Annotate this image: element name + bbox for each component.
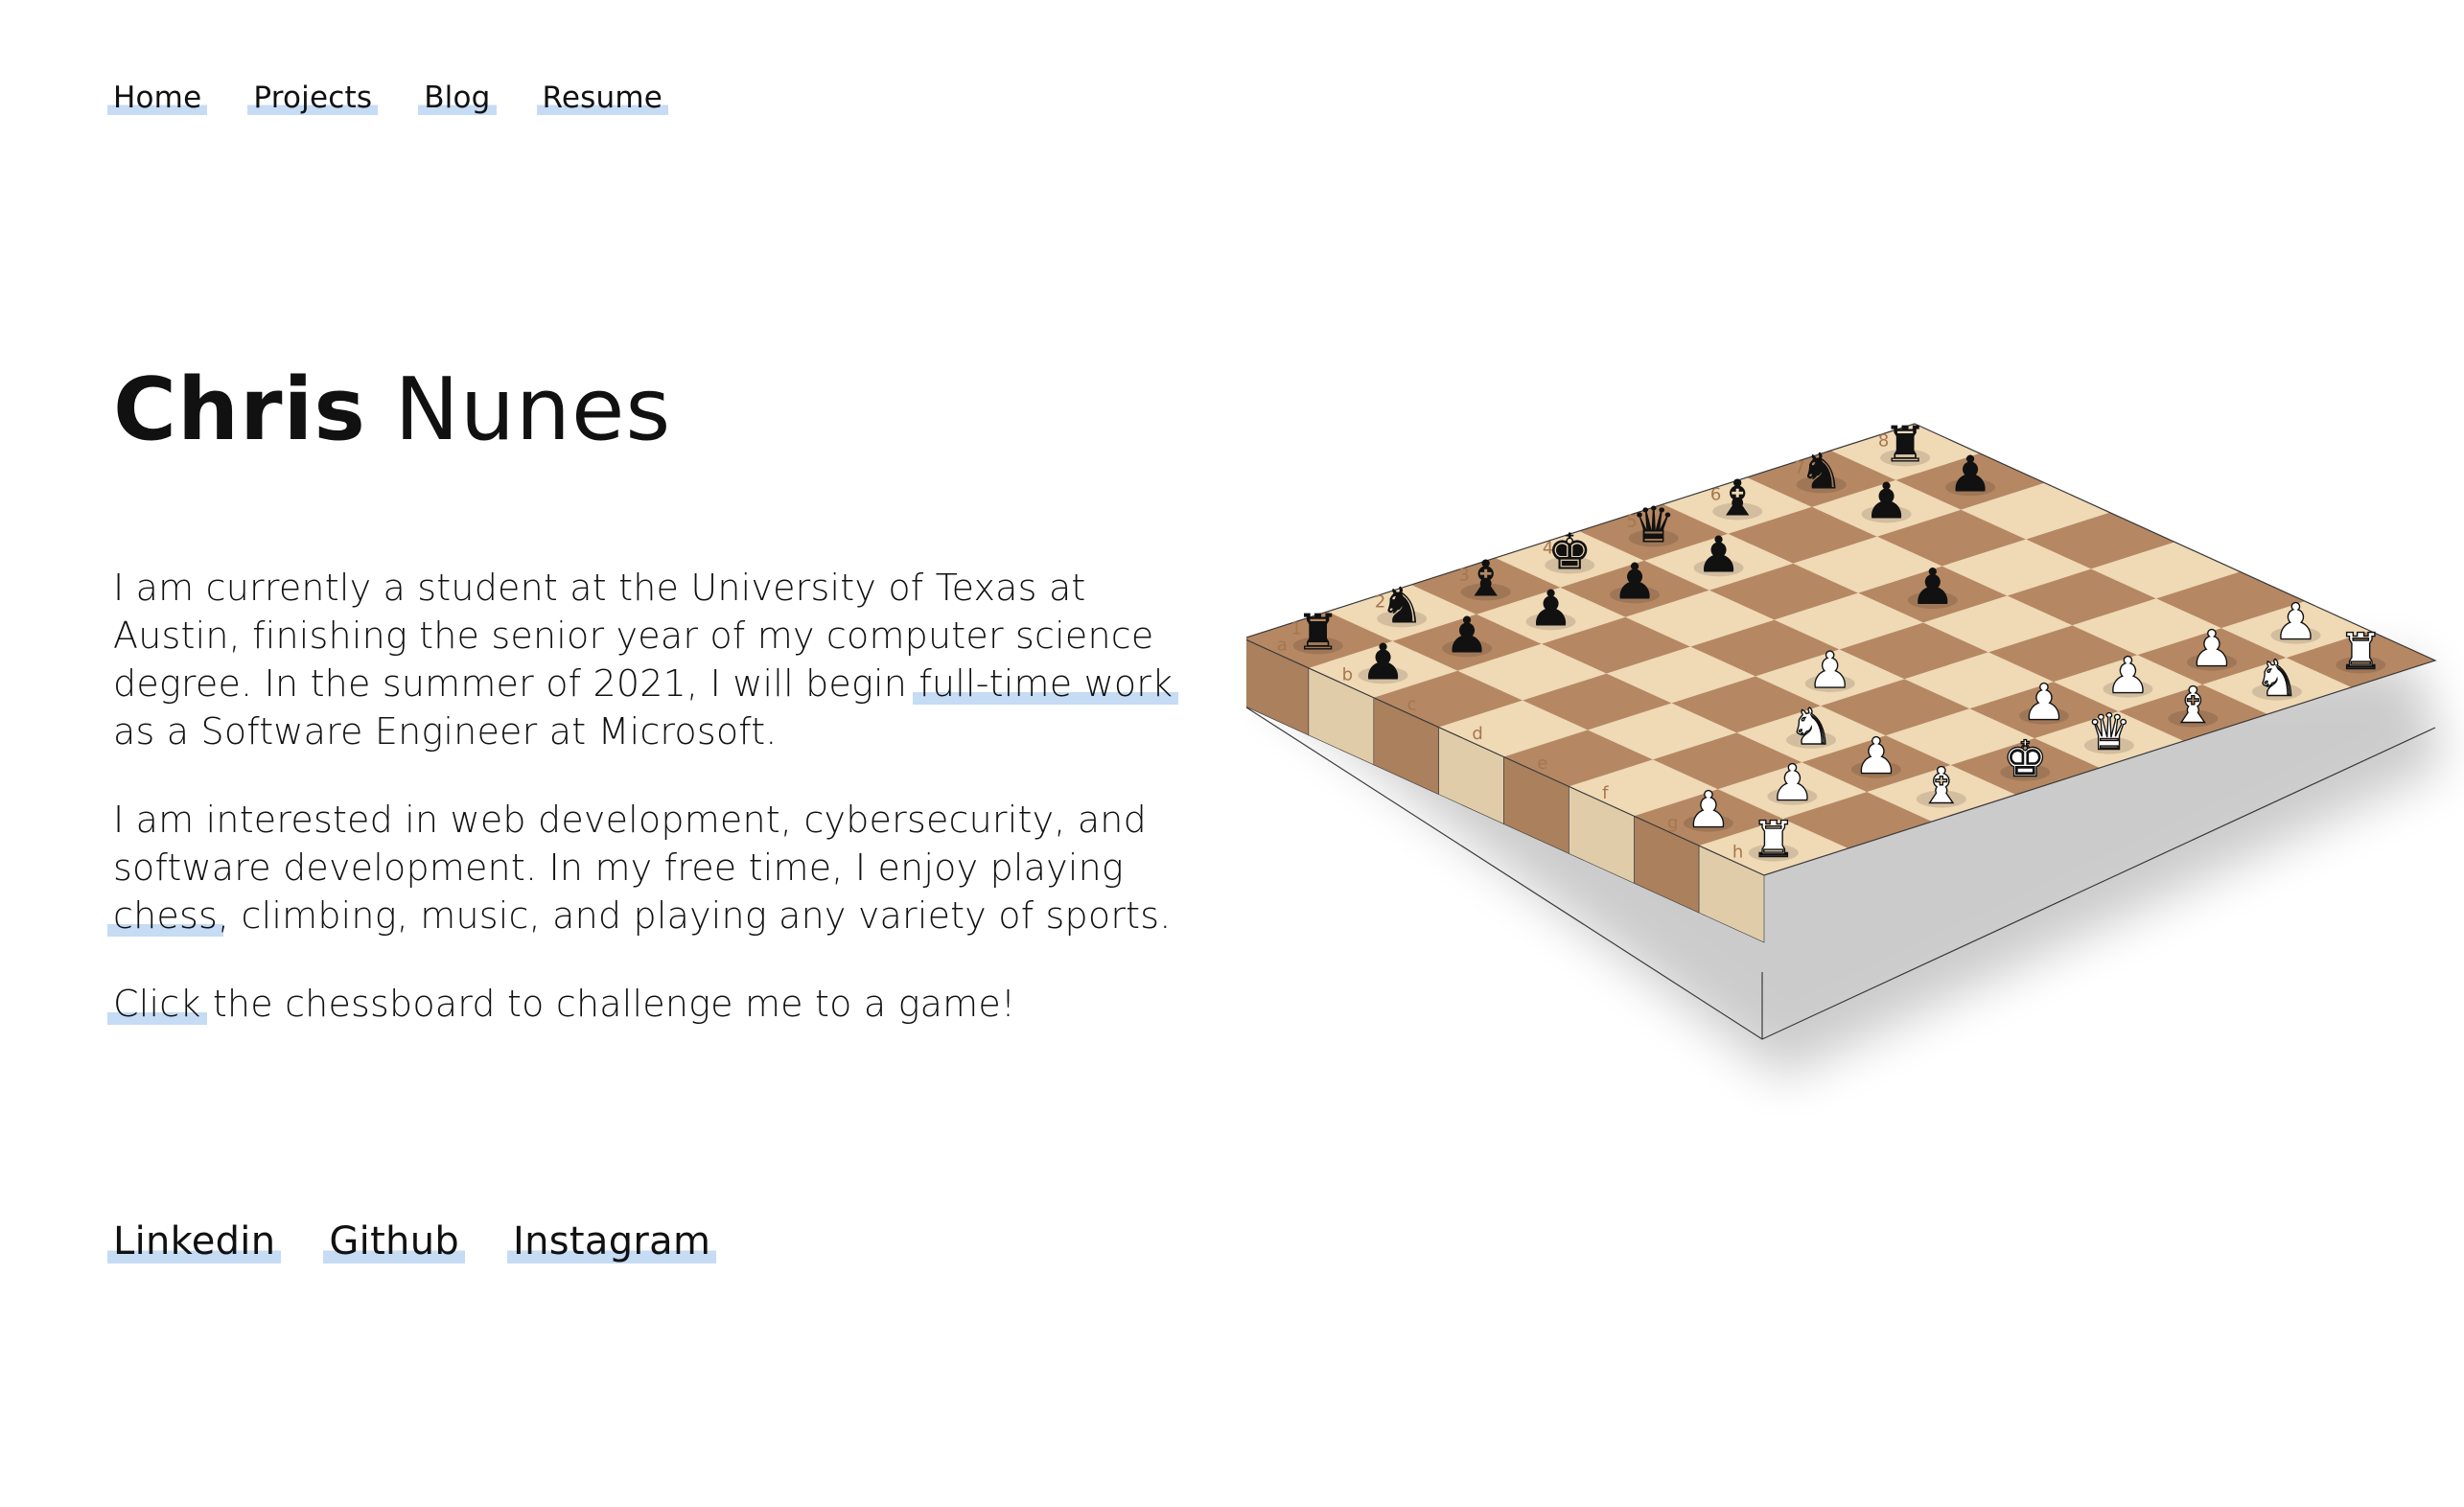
nav-blog-link[interactable]: Blog bbox=[418, 81, 497, 115]
black-pawn-icon: ♟ bbox=[1360, 634, 1406, 691]
nav-projects-link[interactable]: Projects bbox=[247, 81, 379, 115]
white-pawn-icon: ♟ bbox=[2190, 621, 2235, 679]
chessboard[interactable]: 12345678abcdefgh ♜ ♞ ♟ ♝ ♟ ♛ ♚ ♟ ♝ ♟ ♟ ♞ ♟ ♟ ♜ ♟ ♟ ♜ ♟ ♟ ♟ ♞ ♟… bbox=[1246, 403, 2464, 1189]
last-name: Nunes bbox=[394, 359, 672, 460]
black-pawn-icon: ♟ bbox=[1696, 526, 1741, 584]
white-knight-icon: ♞ bbox=[2255, 651, 2300, 708]
top-nav: Home Projects Blog Resume bbox=[107, 81, 669, 115]
white-pawn-icon: ♟ bbox=[1770, 755, 1815, 813]
black-pawn-icon: ♟ bbox=[1613, 553, 1658, 611]
first-name: Chris bbox=[113, 359, 366, 460]
black-rook-icon: ♜ bbox=[1883, 416, 1928, 474]
white-rook-icon: ♜ bbox=[1752, 812, 1797, 869]
white-knight-icon: ♞ bbox=[1789, 699, 1834, 756]
file-label: f bbox=[1602, 783, 1609, 803]
page-title: Chris Nunes bbox=[113, 362, 671, 457]
white-pawn-icon: ♟ bbox=[1854, 729, 1899, 786]
white-pawn-icon: ♟ bbox=[2273, 594, 2318, 652]
file-label: g bbox=[1667, 813, 1678, 833]
white-pawn-icon: ♟ bbox=[1686, 782, 1732, 840]
full-time-work-link[interactable]: full-time work bbox=[913, 662, 1179, 705]
bio-paragraph-2: I am interested in web development, cybe… bbox=[107, 796, 1187, 939]
linkedin-link[interactable]: Linkedin bbox=[107, 1219, 282, 1264]
black-pawn-icon: ♟ bbox=[1948, 446, 1993, 503]
black-pawn-icon: ♟ bbox=[1445, 607, 1490, 664]
white-rook-icon: ♜ bbox=[2338, 624, 2383, 682]
black-queen-icon: ♛ bbox=[1631, 497, 1676, 554]
file-label: h bbox=[1732, 843, 1743, 863]
white-pawn-icon: ♟ bbox=[2022, 675, 2067, 732]
black-knight-icon: ♞ bbox=[1380, 577, 1425, 635]
white-pawn-icon: ♟ bbox=[1807, 642, 1852, 700]
click-link[interactable]: Click bbox=[107, 983, 207, 1025]
white-queen-icon: ♛ bbox=[2087, 705, 2132, 762]
black-pawn-icon: ♟ bbox=[1911, 559, 1956, 616]
black-king-icon: ♚ bbox=[1547, 523, 1592, 581]
github-link[interactable]: Github bbox=[323, 1219, 466, 1264]
black-bishop-icon: ♝ bbox=[1715, 470, 1760, 527]
black-knight-icon: ♞ bbox=[1799, 443, 1844, 500]
white-pawn-icon: ♟ bbox=[2105, 648, 2150, 706]
bio-paragraph-3: Click the chessboard to challenge me to … bbox=[107, 980, 1187, 1028]
file-label: c bbox=[1406, 694, 1416, 714]
file-label: e bbox=[1537, 754, 1547, 774]
chessboard-3d[interactable]: 12345678abcdefgh ♜♞ ♟♝ ♟♛♚ ♟♝ ♟ ♟♞ ♟ ♟♜ ♟ ♟ ♜♟ ♟ ♟ ♞♟… bbox=[1246, 403, 2464, 1189]
file-label: b bbox=[1342, 664, 1353, 684]
nav-home-link[interactable]: Home bbox=[107, 81, 208, 115]
instagram-link[interactable]: Instagram bbox=[507, 1219, 717, 1264]
black-pawn-icon: ♟ bbox=[1528, 580, 1573, 638]
bio-paragraph-1: I am currently a student at the Universi… bbox=[113, 564, 1187, 755]
white-bishop-icon: ♝ bbox=[2171, 678, 2216, 735]
black-pawn-icon: ♟ bbox=[1864, 473, 1909, 530]
black-bishop-icon: ♝ bbox=[1463, 550, 1508, 608]
file-label: a bbox=[1277, 636, 1288, 656]
white-bishop-icon: ♝ bbox=[1919, 758, 1964, 816]
black-rook-icon: ♜ bbox=[1295, 604, 1340, 661]
bio: I am currently a student at the Universi… bbox=[107, 564, 1187, 1068]
file-label: d bbox=[1472, 724, 1482, 744]
nav-resume-link[interactable]: Resume bbox=[536, 81, 669, 115]
white-king-icon: ♚ bbox=[2003, 731, 2048, 789]
social-links: Linkedin Github Instagram bbox=[107, 1219, 717, 1264]
chess-link[interactable]: chess bbox=[107, 894, 223, 937]
